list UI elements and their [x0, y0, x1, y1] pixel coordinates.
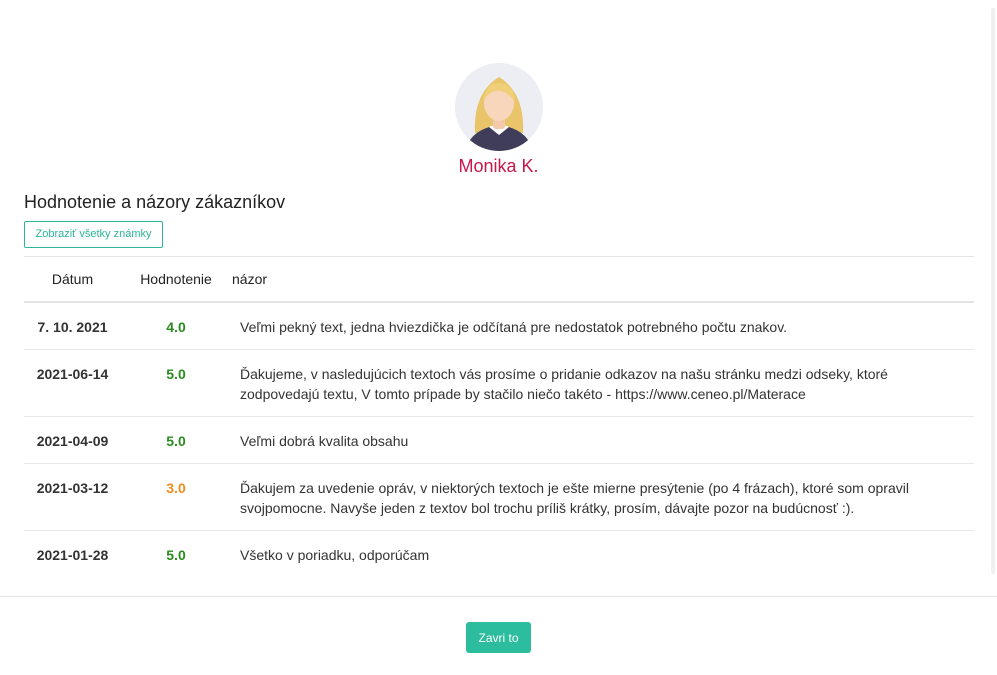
avatar [455, 63, 543, 151]
footer-divider [0, 596, 997, 597]
review-rating: 3.0 [121, 463, 231, 531]
review-text: Veľmi dobrá kvalita obsahu [231, 416, 974, 464]
review-rating: 5.0 [121, 349, 231, 417]
review-date: 7. 10. 2021 [24, 302, 121, 350]
table-row: 7. 10. 2021 4.0 Veľmi pekný text, jedna … [24, 302, 974, 350]
scrollbar[interactable] [991, 8, 995, 574]
table-row: 2021-06-14 5.0 Ďakujeme, v nasledujúcich… [24, 349, 974, 417]
reviews-table: Dátum Hodnotenie názor 7. 10. 2021 4.0 V… [24, 256, 974, 577]
review-text: Všetko v poriadku, odporúčam [240, 547, 430, 563]
review-rating: 5.0 [121, 416, 231, 464]
column-header-rating[interactable]: Hodnotenie [121, 256, 231, 303]
review-date: 2021-03-12 [24, 463, 121, 531]
table-row: 2021-01-28 5.0 Všetko v poriadku, odporú… [24, 531, 974, 578]
table-row: 2021-03-12 3.0 Ďakujem za uvedenie opráv… [24, 463, 974, 531]
review-text: Ďakujeme, v nasledujúcich textoch vás pr… [231, 349, 974, 417]
column-header-date[interactable]: Dátum [24, 256, 121, 303]
review-text: Veľmi pekný text, jedna hviezdička je od… [231, 302, 974, 350]
close-button[interactable]: Zavri to [466, 622, 531, 653]
column-header-opinion[interactable]: názor [231, 256, 974, 303]
show-all-ratings-button[interactable]: Zobraziť všetky známky [24, 221, 163, 248]
table-row: 2021-04-09 5.0 Veľmi dobrá kvalita obsah… [24, 416, 974, 464]
avatar-woman-icon [455, 63, 543, 151]
review-date: 2021-06-14 [24, 349, 121, 417]
review-date: 2021-01-28 [36, 547, 109, 563]
review-date: 2021-04-09 [24, 416, 121, 464]
section-title: Hodnotenie a názory zákazníkov [24, 192, 286, 212]
review-text: Ďakujem za uvedenie opráv, v niektorých … [231, 463, 974, 531]
reviews-modal: Monika K. Hodnotenie a názory zákazníkov… [0, 0, 997, 675]
review-rating: 4.0 [121, 302, 231, 350]
review-rating: 5.0 [166, 547, 186, 563]
table-header-row: Dátum Hodnotenie názor [24, 256, 974, 303]
reviewer-name: Monika K. [458, 156, 539, 176]
